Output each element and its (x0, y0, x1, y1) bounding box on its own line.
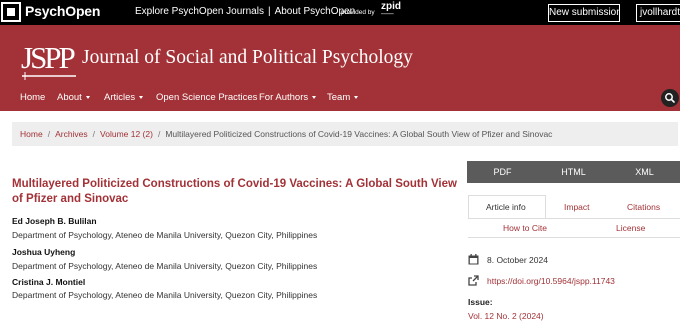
psychopen-brand[interactable]: PsychOpen (0, 0, 122, 25)
tab-impact[interactable]: Impact (564, 202, 590, 212)
html-galley-button[interactable]: HTML (538, 161, 609, 183)
galley-bar: PDF HTML XML (467, 161, 680, 183)
search-button[interactable] (661, 89, 679, 107)
tab-article-info[interactable]: Article info (486, 202, 526, 212)
tab-citations[interactable]: Citations (627, 202, 660, 212)
doi-link[interactable]: https://doi.org/10.5964/jspp.11743 (487, 276, 615, 286)
author-affiliation: Department of Psychology, Ateneo de Mani… (12, 290, 318, 300)
chevron-down-icon (85, 95, 90, 99)
author-name: Ed Joseph B. Bulilan (12, 216, 97, 226)
nav-open-science[interactable]: Open Science Practices (156, 92, 257, 103)
author-affiliation: Department of Psychology, Ateneo de Mani… (12, 230, 318, 240)
author-name: Joshua Uyheng (12, 247, 76, 257)
nav-home[interactable]: Home (20, 92, 45, 103)
tab-license[interactable]: License (616, 223, 645, 233)
top-bar: PsychOpen Explore PsychOpen Journals | Abo… (0, 0, 680, 25)
user-menu-button[interactable]: jvollhardt (636, 4, 680, 22)
xml-galley-button[interactable]: XML (609, 161, 680, 183)
explore-journals-link[interactable]: Explore PsychOpen Journals (135, 6, 264, 17)
breadcrumb-archives[interactable]: Archives (55, 129, 88, 139)
publication-date: 8. October 2024 (487, 255, 548, 265)
journal-header: JSPP Journal of Social and Political Psy… (0, 25, 680, 111)
tab-divider (468, 237, 680, 238)
chevron-down-icon (312, 95, 317, 99)
breadcrumb-volume[interactable]: Volume 12 (2) (100, 129, 153, 139)
zpid-logo[interactable]: zpid ━━━━━━ (381, 2, 407, 22)
provided-by-text: provided by (341, 9, 375, 16)
author-name: Cristina J. Montiel (12, 277, 86, 287)
main-nav: Home About Articles Open Science Practic… (0, 87, 680, 111)
chevron-down-icon (139, 95, 144, 99)
calendar-icon (468, 254, 479, 265)
breadcrumb: Home / Archives / Volume 12 (2) / Multilayered… (12, 122, 678, 146)
top-links: Explore PsychOpen Journals | About PsychOp… (135, 6, 356, 17)
journal-title[interactable]: Journal of Social and Political Psycholo… (82, 47, 413, 69)
new-submission-button[interactable]: New submission (548, 4, 620, 22)
breadcrumb-current: Multilayered Politicized Constructions o… (165, 129, 553, 139)
jspp-logo-text: JSPP (21, 40, 75, 75)
nav-team[interactable]: Team (327, 92, 359, 103)
search-icon (665, 93, 675, 103)
brand-name: PsychOpen (25, 3, 101, 19)
author-affiliation: Department of Psychology, Ateneo de Mani… (12, 261, 318, 271)
nav-about[interactable]: About (57, 92, 90, 103)
chevron-down-icon (354, 95, 359, 99)
jspp-logo[interactable]: JSPP (20, 34, 78, 82)
tab-divider (468, 218, 680, 219)
zpid-wordmark: zpid (381, 1, 401, 12)
nav-for-authors[interactable]: For Authors (259, 92, 317, 103)
psychopen-logo-icon (1, 2, 21, 22)
pdf-galley-button[interactable]: PDF (467, 161, 538, 183)
article-title: Multilayered Politicized Constructions o… (12, 178, 457, 205)
issue-link[interactable]: Vol. 12 No. 2 (2024) (468, 311, 544, 321)
issue-label: Issue: (468, 297, 493, 307)
tab-how-to-cite[interactable]: How to Cite (503, 223, 547, 233)
external-link-icon (468, 275, 479, 286)
breadcrumb-home[interactable]: Home (20, 129, 43, 139)
nav-articles[interactable]: Articles (104, 92, 144, 103)
